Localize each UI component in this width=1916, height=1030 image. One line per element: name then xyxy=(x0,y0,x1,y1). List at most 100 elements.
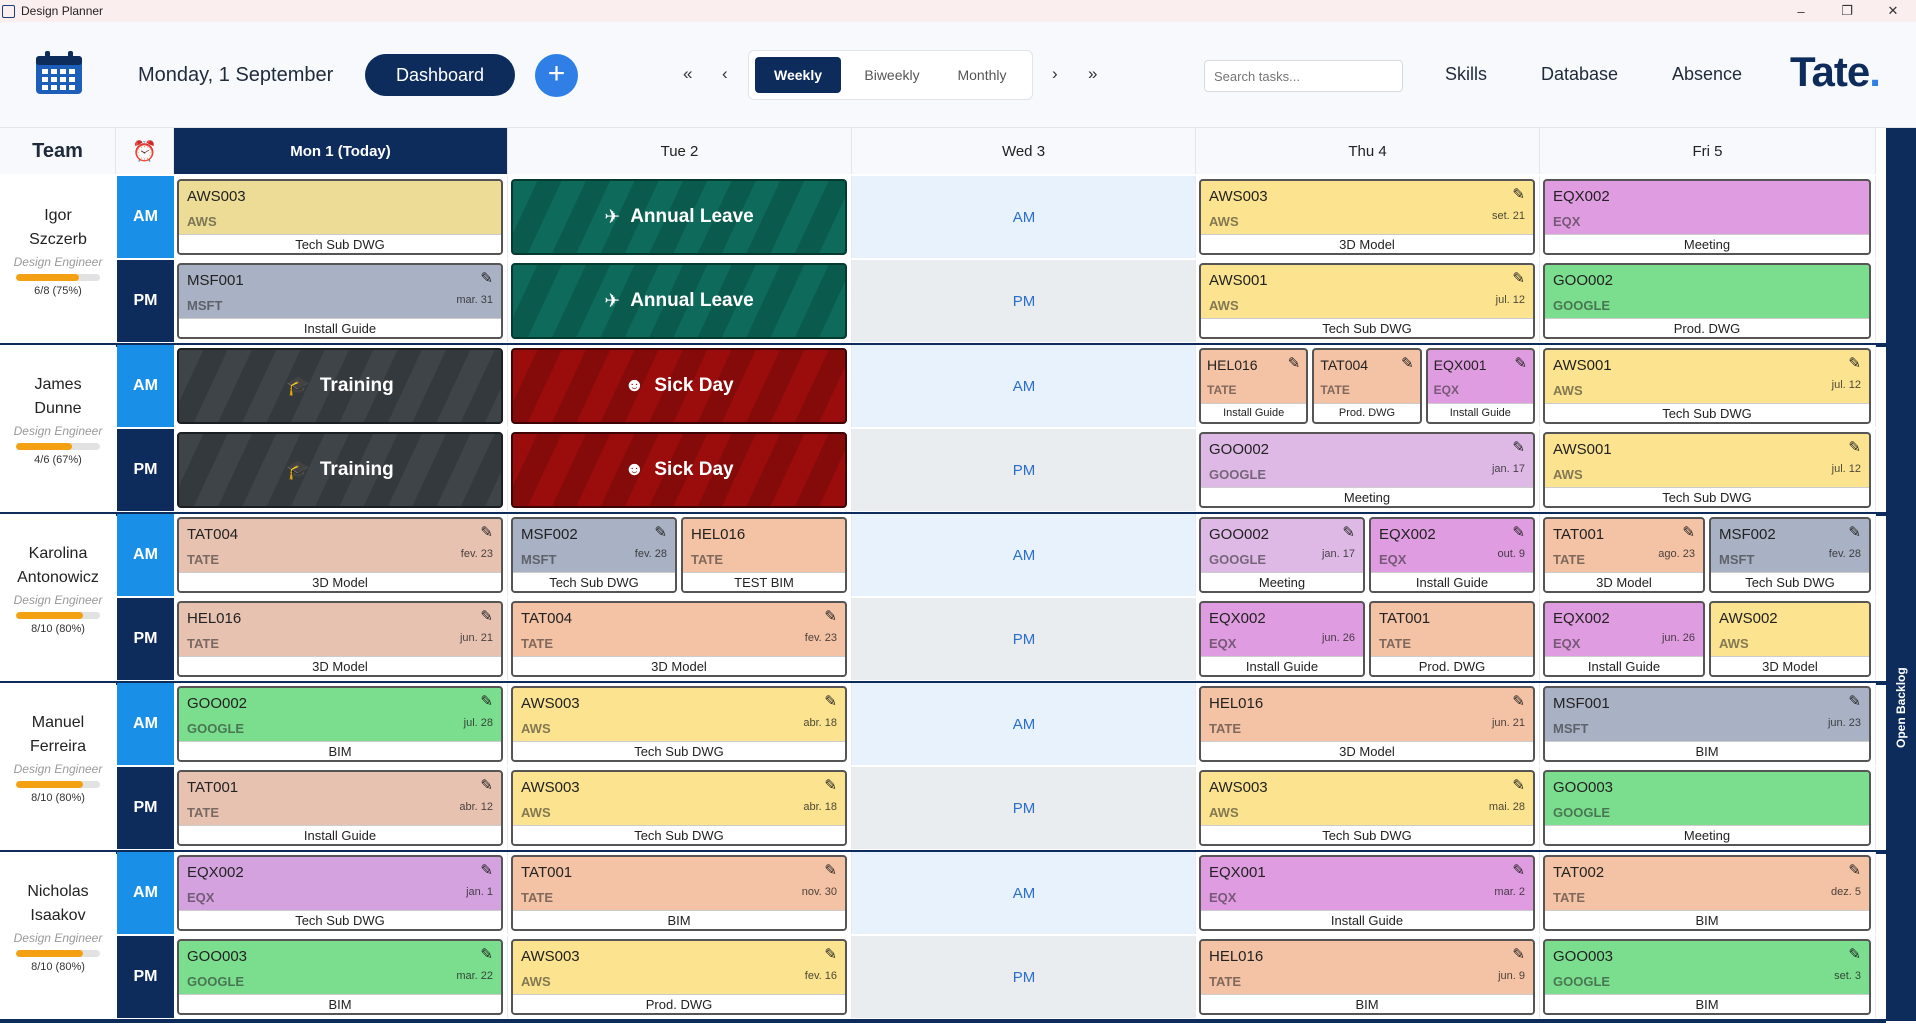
task-card[interactable]: GOO002 GOOGLE ✎ jan. 17 Meeting xyxy=(1199,517,1365,593)
edit-icon[interactable]: ✎ xyxy=(1512,776,1525,794)
task-card[interactable]: HEL016 TATE ✎ jun. 21 3D Model xyxy=(1199,686,1535,762)
team-member[interactable]: Igor Szczerb Design Engineer 6/8 (75%) xyxy=(0,176,116,342)
edit-icon[interactable]: ✎ xyxy=(1512,861,1525,879)
edit-icon[interactable]: ✎ xyxy=(824,607,837,625)
task-card[interactable]: MSF002 MSFT ✎ fev. 28 Tech Sub DWG xyxy=(511,517,677,593)
edit-icon[interactable]: ✎ xyxy=(480,269,493,287)
edit-icon[interactable]: ✎ xyxy=(654,523,667,541)
task-card[interactable]: AWS003 AWS ✎ fev. 16 Prod. DWG xyxy=(511,939,847,1015)
team-member[interactable]: Manuel Ferreira Design Engineer 8/10 (80%) xyxy=(0,683,116,849)
team-member[interactable]: Nicholas Isaakov Design Engineer 8/10 (80%) xyxy=(0,852,116,1018)
edit-icon[interactable]: ✎ xyxy=(824,861,837,879)
task-card[interactable]: GOO003 GOOGLE Meeting xyxy=(1543,770,1871,846)
last-page-button[interactable]: » xyxy=(1088,64,1097,84)
task-card[interactable]: TAT004 TATE ✎ Prod. DWG xyxy=(1312,348,1422,424)
prev-page-button[interactable]: ‹ xyxy=(722,64,728,84)
task-card[interactable]: MSF002 MSFT ✎ fev. 28 Tech Sub DWG xyxy=(1709,517,1871,593)
task-card[interactable]: EQX002 EQX ✎ jan. 1 Tech Sub DWG xyxy=(177,855,503,931)
edit-icon[interactable]: ✎ xyxy=(1512,523,1525,541)
task-card[interactable]: GOO002 GOOGLE ✎ jan. 17 Meeting xyxy=(1199,432,1535,508)
edit-icon[interactable]: ✎ xyxy=(1401,354,1414,372)
task-card[interactable]: TAT001 TATE Prod. DWG xyxy=(1369,601,1535,677)
task-card[interactable]: TAT001 TATE ✎ abr. 12 Install Guide xyxy=(177,770,503,846)
task-card[interactable]: AWS003 AWS ✎ set. 21 3D Model xyxy=(1199,179,1535,255)
team-member[interactable]: Karolina Antonowicz Design Engineer 8/10 (8… xyxy=(0,514,116,680)
edit-icon[interactable]: ✎ xyxy=(824,692,837,710)
task-card[interactable]: TAT004 TATE ✎ fev. 23 3D Model xyxy=(511,601,847,677)
edit-icon[interactable]: ✎ xyxy=(480,523,493,541)
edit-icon[interactable]: ✎ xyxy=(1512,438,1525,456)
task-card[interactable]: MSF001 MSFT ✎ jun. 23 BIM xyxy=(1543,686,1871,762)
maximize-button[interactable]: ❐ xyxy=(1824,0,1870,22)
task-card[interactable]: GOO003 GOOGLE ✎ set. 3 BIM xyxy=(1543,939,1871,1015)
task-card[interactable]: TAT001 TATE ✎ ago. 23 3D Model xyxy=(1543,517,1705,593)
edit-icon[interactable]: ✎ xyxy=(1848,861,1861,879)
dashboard-button[interactable]: Dashboard xyxy=(365,54,515,96)
task-card[interactable]: GOO003 GOOGLE ✎ mar. 22 BIM xyxy=(177,939,503,1015)
view-monthly[interactable]: Monthly xyxy=(939,57,1025,93)
absence-block-sick[interactable]: ☻ Sick Day xyxy=(511,348,847,424)
edit-icon[interactable]: ✎ xyxy=(1848,523,1861,541)
edit-icon[interactable]: ✎ xyxy=(480,945,493,963)
task-card[interactable]: AWS003 AWS ✎ abr. 18 Tech Sub DWG xyxy=(511,770,847,846)
edit-icon[interactable]: ✎ xyxy=(480,776,493,794)
nav-absence[interactable]: Absence xyxy=(1672,64,1742,85)
task-card[interactable]: AWS001 AWS ✎ jul. 12 Tech Sub DWG xyxy=(1543,432,1871,508)
edit-icon[interactable]: ✎ xyxy=(824,776,837,794)
calendar-icon[interactable] xyxy=(34,50,84,96)
first-page-button[interactable]: « xyxy=(683,64,692,84)
task-card[interactable]: HEL016 TATE TEST BIM xyxy=(681,517,847,593)
edit-icon[interactable]: ✎ xyxy=(480,692,493,710)
task-card[interactable]: EQX001 EQX ✎ Install Guide xyxy=(1425,348,1535,424)
edit-icon[interactable]: ✎ xyxy=(1848,692,1861,710)
search-input[interactable] xyxy=(1204,60,1403,92)
next-page-button[interactable]: › xyxy=(1052,64,1058,84)
absence-block-sick[interactable]: ☻ Sick Day xyxy=(511,432,847,508)
edit-icon[interactable]: ✎ xyxy=(1512,269,1525,287)
task-card[interactable]: HEL016 TATE ✎ jun. 9 BIM xyxy=(1199,939,1535,1015)
task-card[interactable]: GOO002 GOOGLE ✎ jul. 28 BIM xyxy=(177,686,503,762)
edit-icon[interactable]: ✎ xyxy=(1342,523,1355,541)
task-card[interactable]: AWS003 AWS Tech Sub DWG xyxy=(177,179,503,255)
close-button[interactable]: ✕ xyxy=(1870,0,1916,22)
task-card[interactable]: EQX002 EQX jun. 26 Install Guide xyxy=(1543,601,1705,677)
edit-icon[interactable]: ✎ xyxy=(480,861,493,879)
task-card[interactable]: EQX001 EQX ✎ mar. 2 Install Guide xyxy=(1199,855,1535,931)
edit-icon[interactable]: ✎ xyxy=(824,945,837,963)
add-task-button[interactable]: + xyxy=(535,54,578,97)
nav-database[interactable]: Database xyxy=(1541,64,1618,85)
view-weekly[interactable]: Weekly xyxy=(755,57,841,93)
task-card[interactable]: HEL016 TATE ✎ jun. 21 3D Model xyxy=(177,601,503,677)
task-card[interactable]: AWS002 AWS 3D Model xyxy=(1709,601,1871,677)
edit-icon[interactable]: ✎ xyxy=(1682,523,1695,541)
team-member[interactable]: James Dunne Design Engineer 4/6 (67%) xyxy=(0,345,116,511)
view-biweekly[interactable]: Biweekly xyxy=(847,57,937,93)
nav-skills[interactable]: Skills xyxy=(1445,64,1487,85)
task-card[interactable]: EQX002 EQX jun. 26 Install Guide xyxy=(1199,601,1365,677)
task-card[interactable]: AWS003 AWS ✎ abr. 18 Tech Sub DWG xyxy=(511,686,847,762)
edit-icon[interactable]: ✎ xyxy=(1848,354,1861,372)
absence-block-train[interactable]: 🎓 Training xyxy=(177,348,503,424)
task-card[interactable]: HEL016 TATE ✎ Install Guide xyxy=(1199,348,1309,424)
edit-icon[interactable]: ✎ xyxy=(1512,945,1525,963)
edit-icon[interactable]: ✎ xyxy=(1514,354,1527,372)
edit-icon[interactable]: ✎ xyxy=(1512,692,1525,710)
task-card[interactable]: TAT004 TATE ✎ fev. 23 3D Model xyxy=(177,517,503,593)
task-card[interactable]: AWS001 AWS ✎ jul. 12 Tech Sub DWG xyxy=(1543,348,1871,424)
absence-block-train[interactable]: 🎓 Training xyxy=(177,432,503,508)
open-backlog-panel[interactable]: Open Backlog xyxy=(1886,128,1916,1021)
edit-icon[interactable]: ✎ xyxy=(1848,438,1861,456)
edit-icon[interactable]: ✎ xyxy=(480,607,493,625)
edit-icon[interactable]: ✎ xyxy=(1848,945,1861,963)
edit-icon[interactable]: ✎ xyxy=(1288,354,1301,372)
minimize-button[interactable]: – xyxy=(1778,0,1824,22)
absence-block-leave[interactable]: ✈ Annual Leave xyxy=(511,179,847,255)
task-card[interactable]: TAT001 TATE ✎ nov. 30 BIM xyxy=(511,855,847,931)
task-card[interactable]: GOO002 GOOGLE Prod. DWG xyxy=(1543,263,1871,339)
task-card[interactable]: AWS003 AWS ✎ mai. 28 Tech Sub DWG xyxy=(1199,770,1535,846)
task-card[interactable]: MSF001 MSFT ✎ mar. 31 Install Guide xyxy=(177,263,503,339)
task-card[interactable]: TAT002 TATE ✎ dez. 5 BIM xyxy=(1543,855,1871,931)
task-card[interactable]: AWS001 AWS ✎ jul. 12 Tech Sub DWG xyxy=(1199,263,1535,339)
edit-icon[interactable]: ✎ xyxy=(1512,185,1525,203)
task-card[interactable]: EQX002 EQX ✎ out. 9 Install Guide xyxy=(1369,517,1535,593)
